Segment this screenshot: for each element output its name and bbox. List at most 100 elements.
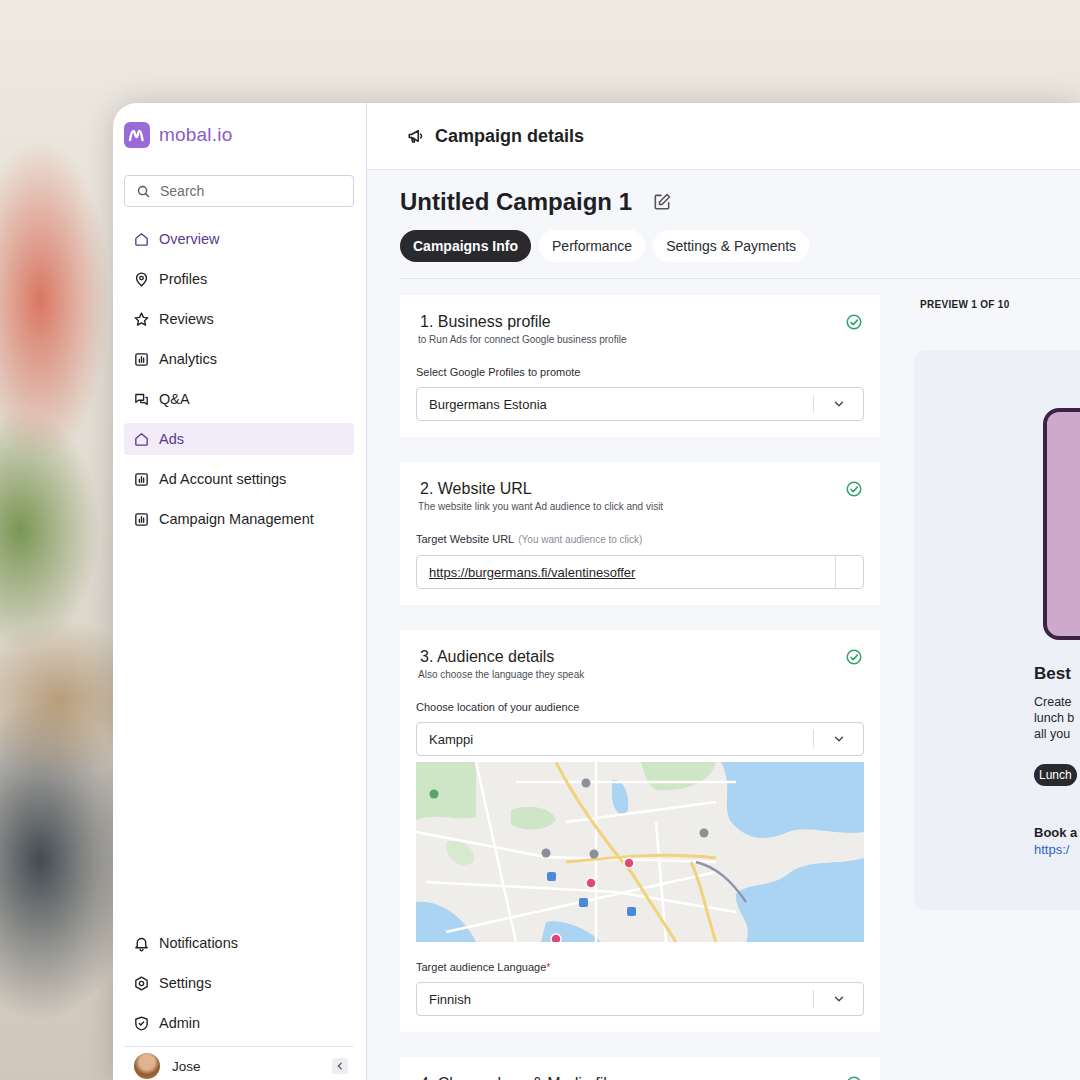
sidebar-item-label: Settings [159,975,211,991]
user-profile[interactable]: Jose [124,1052,354,1080]
search-field[interactable]: Search [124,175,354,207]
ad-body: Createlunch ball you [1034,694,1074,742]
field-label: Choose location of your audience [416,700,864,714]
ad-chip: Lunch [1034,764,1077,786]
bell-icon [133,935,150,952]
sidebar-item[interactable]: Overview [124,223,354,255]
sidebar-item[interactable]: Admin [124,1007,354,1039]
campaign-title-row: Untitled Campaign 1 [400,188,1080,216]
preview-counter: PREVIEW 1 OF 10 [914,295,1080,312]
sidebar-item[interactable]: Profiles [124,263,354,295]
section-subtitle: The website link you want Ad audience to… [416,500,864,514]
section-title: 3. Audience details [420,647,554,667]
search-icon [136,184,151,199]
separator [835,556,836,588]
section-subtitle: Also choose the language they speak [416,668,864,682]
section-title: 1. Business profile [420,312,551,332]
chart-icon [133,511,150,528]
sidebar-item-label: Ad Account settings [159,471,286,487]
columns: 1. Business profileto Run Ads for connec… [400,295,1080,1080]
sidebar-item-label: Ads [159,431,184,447]
ad-body-line: Create [1034,694,1074,710]
sidebar-item[interactable]: Campaign Management [124,503,354,535]
sidebar-item[interactable]: Settings [124,967,354,999]
chevron-down-icon [832,397,846,411]
section-subtitle: to Run Ads for connect Google business p… [416,333,864,347]
select-toggle[interactable] [813,983,863,1015]
top-bar: Campaign details [367,103,1080,170]
separator [813,990,814,1008]
collapse-button[interactable] [332,1058,348,1074]
sidebar-nav: Overview Profiles Reviews Analytics Q&A Ads Ad… [124,223,354,535]
chevron-down-icon [832,992,846,1006]
input-addon [835,556,863,588]
avatar [134,1053,160,1079]
ad-cta-title: Book a [1034,824,1077,842]
separator [813,730,814,748]
page: mobal.io Search Overview Profiles Reviews Ana… [0,0,1080,1080]
hex-icon [133,975,150,992]
user-name: Jose [172,1059,320,1074]
chat-icon [133,391,150,408]
select-field[interactable]: Kamppi [416,722,864,756]
pin-icon [133,271,150,288]
section-header: 3. Audience details [416,647,864,667]
main-area: Campaign details Untitled Campaign 1 Campa… [367,103,1080,1080]
ad-link[interactable]: https:/ [1034,842,1069,858]
check-circle-icon [845,648,863,666]
select-value: Burgermans Estonia [429,397,813,412]
shield-icon [133,1015,150,1032]
section-header: 1. Business profile [416,312,864,332]
section-header: 4. Choose logo & Media files [416,1074,864,1080]
location-map[interactable] [416,762,864,942]
sidebar-item[interactable]: Reviews [124,303,354,335]
chevron-left-icon [335,1061,345,1071]
logo[interactable]: mobal.io [124,122,354,148]
section-title: 2. Website URL [420,479,532,499]
chart-icon [133,351,150,368]
app-name: mobal.io [159,124,232,146]
sidebar-item[interactable]: Analytics [124,343,354,375]
ad-body-line: lunch b [1034,710,1074,726]
tab[interactable]: Settings & Payments [653,230,809,262]
page-title: Campaign details [435,126,584,147]
sidebar-item[interactable]: Q&A [124,383,354,415]
check-circle-icon [845,480,863,498]
sidebar-item[interactable]: Ad Account settings [124,463,354,495]
tab[interactable]: Performance [539,230,645,262]
select-value: Kamppi [429,732,813,747]
campaign-title: Untitled Campaign 1 [400,188,632,216]
section-header: 2. Website URL [416,479,864,499]
select-toggle[interactable] [813,388,863,420]
ad-body-line: all you [1034,726,1074,742]
form-section: 3. Audience detailsAlso choose the langu… [400,630,880,1032]
tab[interactable]: Campaigns Info [400,230,531,262]
content: Untitled Campaign 1 Campaigns InfoPerform… [367,170,1080,1080]
sidebar-item-label: Reviews [159,311,214,327]
sidebar-bottom: Notifications Settings Admin Jose [124,927,354,1080]
preview-column: PREVIEW 1 OF 10 Best Createlunch ball you L… [914,295,1080,1080]
field-label: Target Website URL(You want audience to … [416,532,864,547]
select-field[interactable]: Finnish [416,982,864,1016]
chart-icon [133,471,150,488]
sidebar-item-label: Overview [159,231,219,247]
sidebar-item[interactable]: Notifications [124,927,354,959]
search-placeholder: Search [160,183,204,199]
form-section: 1. Business profileto Run Ads for connec… [400,295,880,437]
sidebar-item-label: Analytics [159,351,217,367]
section-title: 4. Choose logo & Media files [420,1074,624,1080]
sidebar-item[interactable]: Ads [124,423,354,455]
form-section: 2. Website URLThe website link you want … [400,462,880,605]
chevron-down-icon [832,732,846,746]
sidebar-item-label: Campaign Management [159,511,314,527]
edit-icon[interactable] [652,192,672,212]
field-label: Select Google Profiles to promote [416,365,864,379]
required-marker: * [546,961,550,973]
select-field[interactable]: Burgermans Estonia [416,387,864,421]
sidebar-divider [124,1046,354,1047]
url-input[interactable]: https://burgermans.fi/valentinesoffer [416,555,864,589]
sidebar-item-label: Q&A [159,391,190,407]
ad-headline: Best [1034,664,1071,684]
sidebar-item-label: Profiles [159,271,207,287]
select-toggle[interactable] [813,723,863,755]
